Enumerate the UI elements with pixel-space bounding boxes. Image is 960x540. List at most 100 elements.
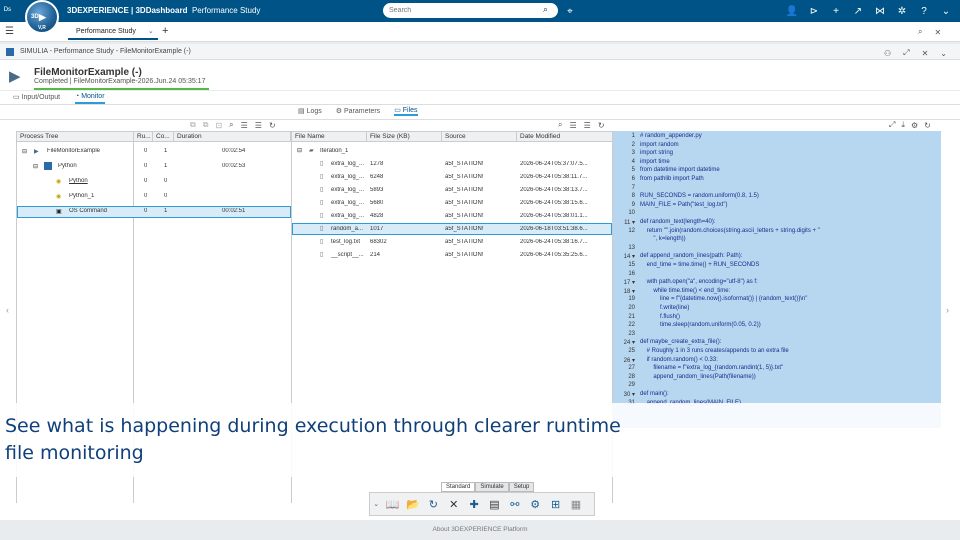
refresh-icon[interactable]: ↻ — [924, 121, 931, 130]
collapse-icon[interactable]: ⊟ — [33, 163, 38, 170]
refresh-icon[interactable]: ↻ — [269, 121, 276, 130]
file-name[interactable]: Iteration_1 — [320, 148, 348, 154]
code-viewer[interactable]: 1 # random_appender.py 2 import random 3 impo… — [613, 131, 941, 428]
chevron-right-icon[interactable]: › — [946, 305, 949, 315]
file-source: a5f_STATION! — [445, 213, 484, 219]
col-completed[interactable]: Co... — [152, 131, 174, 142]
search-icon[interactable]: ⌕ — [229, 120, 233, 130]
line-number: 23 — [628, 330, 635, 337]
menu-icon[interactable]: ☰ — [5, 26, 14, 37]
divider — [0, 119, 960, 120]
chevron-down-icon[interactable]: ⌄ — [940, 49, 947, 58]
collapse-icon[interactable]: ⊟ — [297, 147, 302, 154]
tag-icon[interactable]: ⌖ — [562, 3, 578, 19]
file-name[interactable]: extra_log_... — [331, 200, 365, 206]
add-icon[interactable]: + — [828, 3, 844, 19]
link-icon[interactable]: ⚯ — [506, 495, 524, 513]
tab-standard[interactable]: Standard — [441, 482, 476, 492]
tab-parameters[interactable]: ⚙ Parameters — [336, 107, 380, 115]
search-icon[interactable]: ⌕ — [558, 120, 562, 130]
subtab-bar: ▭ Input/Output ◔ Monitor — [0, 91, 960, 105]
app-title: SIMULIA - Performance Study - FileMonito… — [20, 48, 191, 55]
refresh-icon[interactable]: ↻ — [598, 121, 605, 130]
monitor-icon: ◔ — [75, 93, 80, 100]
zoom-icon[interactable]: ⌕ — [918, 27, 922, 37]
tab-logs[interactable]: ▤ Logs — [298, 107, 322, 115]
expand-all-icon[interactable]: ☰ — [241, 121, 248, 130]
completed-count: 1 — [164, 163, 168, 169]
paste-icon[interactable]: ⧉ — [203, 120, 209, 130]
tab-simulate[interactable]: Simulate — [475, 482, 509, 492]
tab-files[interactable]: ▭ Files — [394, 106, 418, 116]
chevron-down-icon[interactable]: ⌄ — [371, 495, 381, 513]
footer[interactable]: About 3DEXPERIENCE Platform — [0, 520, 960, 540]
user-settings-icon[interactable]: ⚇ — [884, 49, 891, 58]
user-icon[interactable]: 👤 — [784, 3, 800, 19]
copy-icon[interactable]: ⧉ — [190, 120, 196, 130]
tree-node-label[interactable]: Python — [58, 163, 77, 169]
network-icon[interactable]: ⋈ — [872, 3, 888, 19]
col-file-name[interactable]: File Name — [291, 131, 367, 142]
tools-icon[interactable]: ✲ — [894, 3, 910, 19]
col-date-modified[interactable]: Date Modified — [516, 131, 613, 142]
code-line: with path.open("a", encoding="utf-8") as… — [640, 279, 758, 286]
col-file-size[interactable]: File Size (KB) — [366, 131, 442, 142]
collapse-all-icon[interactable]: ☰ — [584, 121, 591, 130]
chevron-down-icon[interactable]: ⌄ — [938, 3, 954, 19]
expand-icon[interactable]: ⤢ — [903, 48, 909, 58]
list-icon[interactable]: ▤ — [485, 495, 503, 513]
file-name[interactable]: extra_log_... — [331, 161, 365, 167]
col-duration[interactable]: Duration — [173, 131, 291, 142]
open-folder-icon[interactable]: 📂 — [404, 495, 422, 513]
tab-input-output[interactable]: ▭ Input/Output — [13, 93, 60, 101]
settings-icon[interactable]: ⚙ — [911, 121, 918, 130]
tab-performance-study[interactable]: Performance Study ⌄ — [68, 24, 158, 40]
file-name[interactable]: __script__... — [331, 252, 365, 258]
book-icon[interactable]: 📖 — [384, 495, 402, 513]
search-icon[interactable]: ⌕ — [543, 4, 548, 15]
forward-icon[interactable]: ↗ — [850, 3, 866, 19]
chevron-left-icon[interactable]: ‹ — [6, 305, 9, 315]
diagram-icon[interactable]: ⊞ — [547, 495, 565, 513]
share-icon[interactable]: ⊳ — [806, 3, 822, 19]
collapse-icon[interactable]: ⊟ — [22, 148, 27, 155]
search-input[interactable] — [383, 3, 558, 18]
export-icon[interactable]: ⊡ — [215, 121, 222, 130]
file-icon: ▯ — [320, 161, 324, 167]
close-icon[interactable]: ✕ — [934, 28, 941, 37]
help-icon[interactable]: ? — [916, 3, 932, 19]
settings-icon[interactable]: ⚙ — [526, 495, 544, 513]
tab-setup[interactable]: Setup — [508, 482, 535, 492]
compass-button[interactable]: 3D ▶ V,R — [25, 0, 59, 34]
file-name[interactable]: extra_log_... — [331, 187, 365, 193]
tree-node-label[interactable]: OS Command — [69, 208, 107, 214]
tab-monitor[interactable]: ◔ Monitor — [75, 93, 105, 104]
tree-node-label[interactable]: Python — [69, 178, 88, 184]
running-count: 0 — [144, 178, 148, 184]
fullscreen-icon[interactable]: ⤢ — [889, 120, 895, 130]
download-icon[interactable]: ⤓ — [901, 120, 905, 130]
tree-node-label[interactable]: Python_1 — [69, 193, 94, 199]
chevron-down-icon[interactable]: ⌄ — [148, 27, 154, 35]
code-line: append_random_lines(Path(filename)) — [640, 373, 756, 380]
col-process-tree[interactable]: Process Tree — [16, 131, 134, 142]
tools-icon[interactable]: ✕ — [445, 495, 463, 513]
rerun-icon[interactable]: ↻ — [424, 495, 442, 513]
tree-node-label[interactable]: FileMonitorExample — [47, 148, 100, 154]
col-source[interactable]: Source — [441, 131, 517, 142]
add-tab-icon[interactable]: + — [162, 25, 168, 37]
file-name[interactable]: random_a... — [331, 226, 365, 232]
file-name[interactable]: extra_log_... — [331, 174, 365, 180]
add-icon[interactable]: ✚ — [465, 495, 483, 513]
col-running[interactable]: Ru... — [133, 131, 153, 142]
action-bar: ⌄ 📖 📂 ↻ ✕ ✚ ▤ ⚯ ⚙ ⊞ ▦ — [369, 492, 595, 516]
close-icon[interactable]: ✕ — [922, 49, 929, 58]
document-icon[interactable]: ▦ — [567, 495, 585, 513]
file-name[interactable]: extra_log_... — [331, 213, 365, 219]
file-name[interactable]: test_log.txt — [331, 239, 365, 245]
compass-label-bottom: V,R — [38, 25, 46, 31]
collapse-all-icon[interactable]: ☰ — [255, 121, 262, 130]
line-number: 29 — [628, 382, 635, 389]
expand-all-icon[interactable]: ☰ — [569, 121, 576, 130]
3ds-logo-icon: ᴰˢ — [4, 5, 12, 15]
